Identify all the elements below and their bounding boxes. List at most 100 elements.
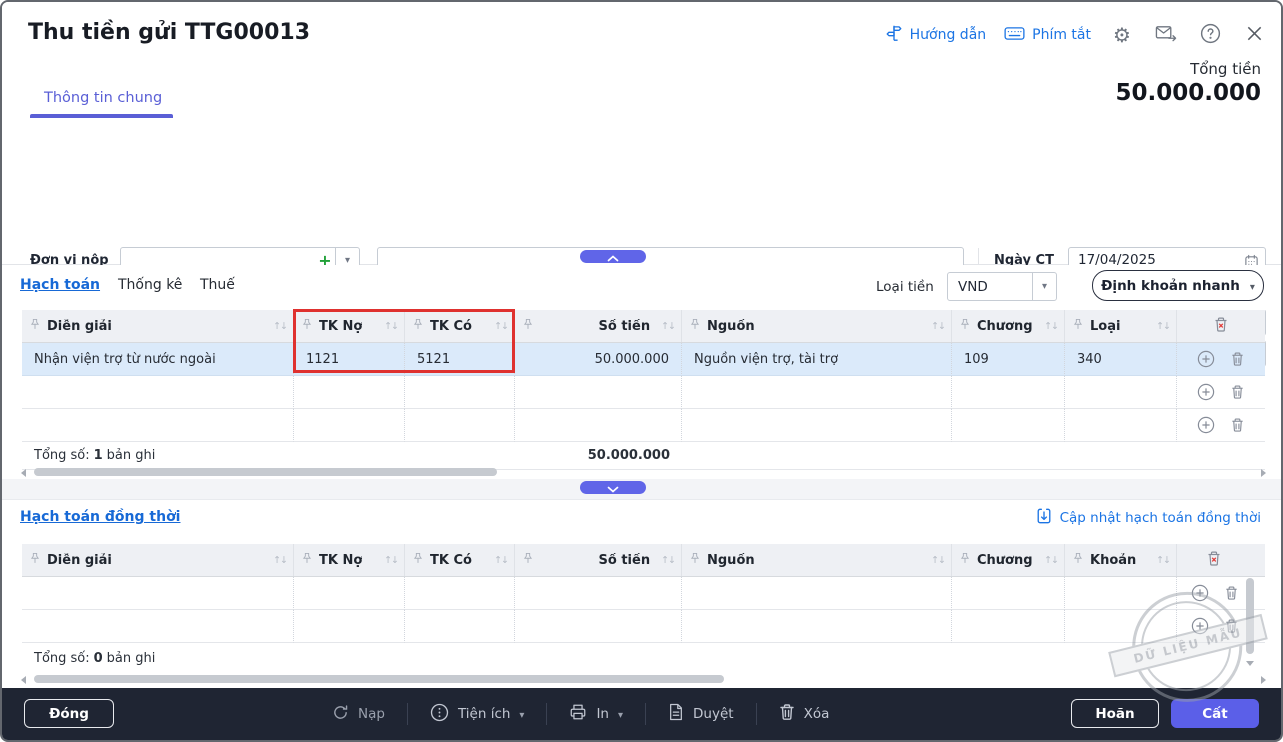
document-icon (668, 703, 684, 725)
table-row-empty[interactable] (22, 409, 1265, 442)
col-header-chuong[interactable]: Chương (952, 310, 1065, 342)
approve-button[interactable]: Duyệt (668, 703, 734, 725)
pin-icon[interactable] (30, 318, 40, 334)
pin-icon[interactable] (960, 552, 970, 568)
delete-row-button[interactable] (1224, 618, 1239, 634)
pin-icon[interactable] (690, 552, 700, 568)
table-row[interactable]: Nhận viện trợ từ nước ngoài 1121 5121 50… (22, 343, 1265, 376)
scroll-down-icon[interactable] (1246, 661, 1254, 666)
delete-all-rows-button[interactable] (1177, 544, 1265, 576)
add-row-button[interactable] (1191, 584, 1209, 602)
trash-red-x-icon (1213, 316, 1229, 337)
col-header-tk-no[interactable]: TK Nợ (294, 544, 405, 576)
document-form: Đơn vị nộp Địa chỉ Nộp vào TK 3711.1.105… (2, 118, 1281, 265)
delete-button[interactable]: Xóa (779, 703, 830, 725)
help-button[interactable] (1197, 22, 1223, 48)
sort-icon (931, 321, 945, 332)
pin-icon[interactable] (1073, 552, 1083, 568)
close-window-button[interactable] (1241, 22, 1267, 48)
guide-link-label: Hướng dẫn (910, 27, 987, 43)
delete-row-button[interactable] (1230, 417, 1245, 433)
close-button[interactable]: Đóng (24, 699, 114, 728)
currency-select[interactable]: VND (947, 272, 1057, 301)
pin-icon[interactable] (523, 552, 533, 568)
collapse-form-button[interactable] (580, 250, 646, 263)
col-header-tk-co[interactable]: TK Có (405, 310, 515, 342)
toolbar-divider (645, 703, 646, 725)
delete-all-rows-button[interactable] (1177, 310, 1265, 342)
currency-label: Loại tiền (876, 279, 934, 295)
scrollbar-thumb[interactable] (34, 675, 724, 683)
scrollbar-thumb[interactable] (34, 468, 497, 476)
table-row-empty[interactable] (22, 610, 1265, 643)
tab-thue[interactable]: Thuế (200, 277, 235, 293)
pin-icon[interactable] (1073, 318, 1083, 334)
shortcuts-link[interactable]: Phím tắt (1004, 26, 1091, 45)
pin-icon[interactable] (690, 318, 700, 334)
bottom-toolbar: Đóng Nạp Tiện ích In Duyệt (2, 688, 1281, 740)
send-mail-button[interactable] (1153, 22, 1179, 48)
col-header-dien-giai[interactable]: Diễn giải (22, 310, 294, 342)
guide-link[interactable]: Hướng dẫn (885, 24, 987, 46)
pin-icon[interactable] (523, 318, 533, 334)
accounting-tabs-row: Hạch toán Thống kê Thuế Loại tiền VND Đị… (2, 265, 1281, 310)
tab-thong-ke[interactable]: Thống kê (118, 277, 182, 293)
toolbar-divider (756, 703, 757, 725)
col-header-so-tien[interactable]: Số tiền (515, 310, 682, 342)
tab-hach-toan[interactable]: Hạch toán (20, 277, 100, 293)
save-button[interactable]: Cất (1171, 699, 1259, 728)
col-header-tk-no[interactable]: TK Nợ (294, 310, 405, 342)
add-row-button[interactable] (1197, 383, 1215, 401)
delete-row-button[interactable] (1230, 384, 1245, 400)
delete-row-button[interactable] (1230, 351, 1245, 367)
add-row-button[interactable] (1197, 416, 1215, 434)
delete-row-button[interactable] (1224, 585, 1239, 601)
col-header-chuong[interactable]: Chương (952, 544, 1065, 576)
scroll-right-icon[interactable] (1261, 676, 1266, 684)
scroll-left-icon[interactable] (21, 676, 26, 684)
table-row-empty[interactable] (22, 376, 1265, 409)
pin-icon[interactable] (413, 552, 423, 568)
scroll-left-icon[interactable] (21, 469, 26, 477)
expand-section-button[interactable] (580, 481, 646, 494)
quick-entry-button[interactable]: Định khoản nhanh (1092, 270, 1264, 301)
scroll-right-icon[interactable] (1261, 469, 1266, 477)
pin-icon[interactable] (302, 318, 312, 334)
currency-dropdown-icon (1032, 273, 1056, 300)
col-header-nguon[interactable]: Nguồn (682, 310, 952, 342)
sort-icon (931, 555, 945, 566)
simultaneous-table-footer: Tổng số:0bản ghi (22, 643, 1265, 673)
settings-button[interactable]: ⚙ (1109, 22, 1135, 48)
col-header-khoan[interactable]: Khoản (1065, 544, 1177, 576)
reload-button[interactable]: Nạp (332, 704, 385, 725)
utilities-button[interactable]: Tiện ích (430, 703, 525, 726)
total-amount-label: Tổng tiền (1190, 60, 1261, 78)
pin-icon[interactable] (960, 318, 970, 334)
accounting-hscrollbar[interactable] (22, 467, 1265, 477)
simultaneous-section-title[interactable]: Hạch toán đồng thời (20, 509, 180, 525)
update-simultaneous-link[interactable]: Cập nhật hạch toán đồng thời (1036, 507, 1261, 529)
keyboard-icon (1004, 26, 1025, 45)
simultaneous-hscrollbar[interactable] (22, 674, 1265, 684)
col-header-dien-giai[interactable]: Diễn giải (22, 544, 294, 576)
pin-icon[interactable] (302, 552, 312, 568)
tab-thong-tin-chung[interactable]: Thông tin chung (44, 90, 162, 106)
col-header-so-tien[interactable]: Số tiền (515, 544, 682, 576)
col-header-tk-co[interactable]: TK Có (405, 544, 515, 576)
sort-icon (661, 555, 675, 566)
add-row-button[interactable] (1191, 617, 1209, 635)
pin-icon[interactable] (413, 318, 423, 334)
window-header: Thu tiền gửi TTG00013 Hướng dẫn Phím tắt… (2, 2, 1281, 119)
simultaneous-vscrollbar-thumb[interactable] (1246, 578, 1254, 654)
col-header-loai[interactable]: Loại (1065, 310, 1177, 342)
toolbar-divider (546, 703, 547, 725)
table-row-empty[interactable] (22, 577, 1265, 610)
add-row-button[interactable] (1197, 350, 1215, 368)
gear-icon: ⚙ (1113, 25, 1131, 45)
postpone-button[interactable]: Hoãn (1071, 699, 1159, 728)
col-header-nguon[interactable]: Nguồn (682, 544, 952, 576)
simultaneous-table-header: Diễn giải TK Nợ TK Có Số tiền Nguồn Chươ… (22, 544, 1265, 577)
print-button[interactable]: In (569, 703, 623, 725)
trash-red-x-icon (1206, 550, 1222, 571)
pin-icon[interactable] (30, 552, 40, 568)
